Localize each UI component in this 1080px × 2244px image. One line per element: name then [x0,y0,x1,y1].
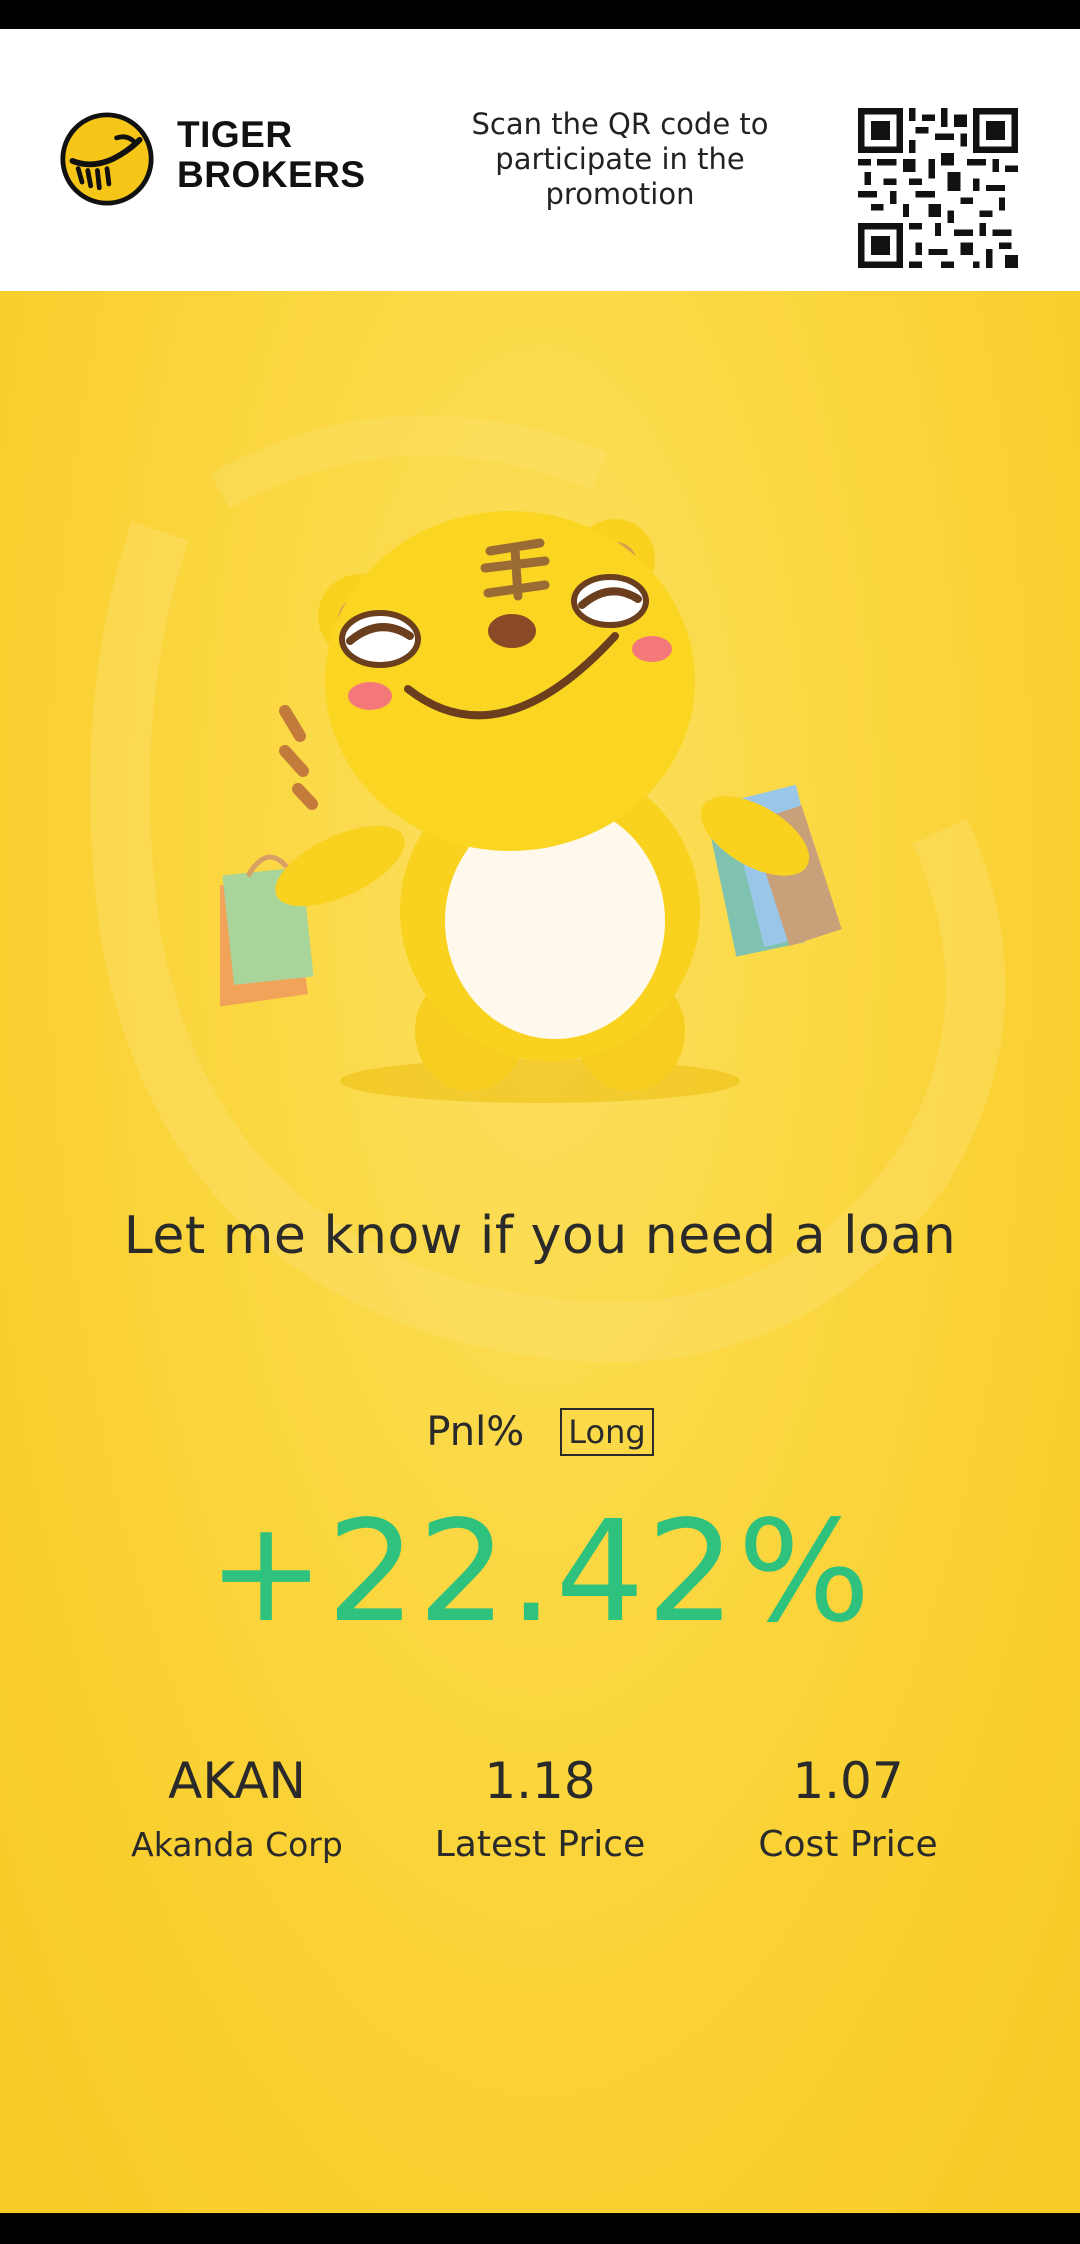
qr-code[interactable] [858,108,1018,268]
latest-price-label: Latest Price [434,1824,646,1865]
brand-name: TIGER BROKERS [177,115,377,195]
pnl-header: Pnl% Long [0,1407,1080,1456]
promo-card: Let me know if you need a loan Pnl% Long … [0,291,1080,2213]
stock-info: AKAN Akanda Corp [72,1751,402,1867]
navigation-bar [0,2213,1080,2244]
tiger-mascot-illustration [220,511,842,1103]
brand-line2: BROKERS [177,154,366,195]
promo-tagline: Let me know if you need a loan [123,1206,957,1266]
brand-line1: TIGER [177,114,293,155]
latest-price-value: 1.18 [484,1752,596,1810]
position-side-badge: Long [560,1408,654,1456]
latest-price-stat: 1.18 Latest Price [375,1751,705,1867]
screen: TIGER BROKERS Scan the QR code to partic… [0,0,1080,2244]
ticker-symbol: AKAN [168,1752,306,1810]
pnl-percentage: +22.42% [207,1491,873,1654]
company-name: Akanda Corp [131,1825,343,1864]
cost-price-label: Cost Price [758,1824,938,1865]
header: TIGER BROKERS Scan the QR code to partic… [0,29,1080,291]
status-bar [0,0,1080,29]
cost-price-value: 1.07 [792,1752,904,1810]
cost-price-stat: 1.07 Cost Price [683,1751,1013,1867]
tiger-logo-icon [60,112,154,206]
pnl-label: Pnl% [426,1409,525,1455]
qr-instruction: Scan the QR code to participate in the p… [471,107,769,211]
